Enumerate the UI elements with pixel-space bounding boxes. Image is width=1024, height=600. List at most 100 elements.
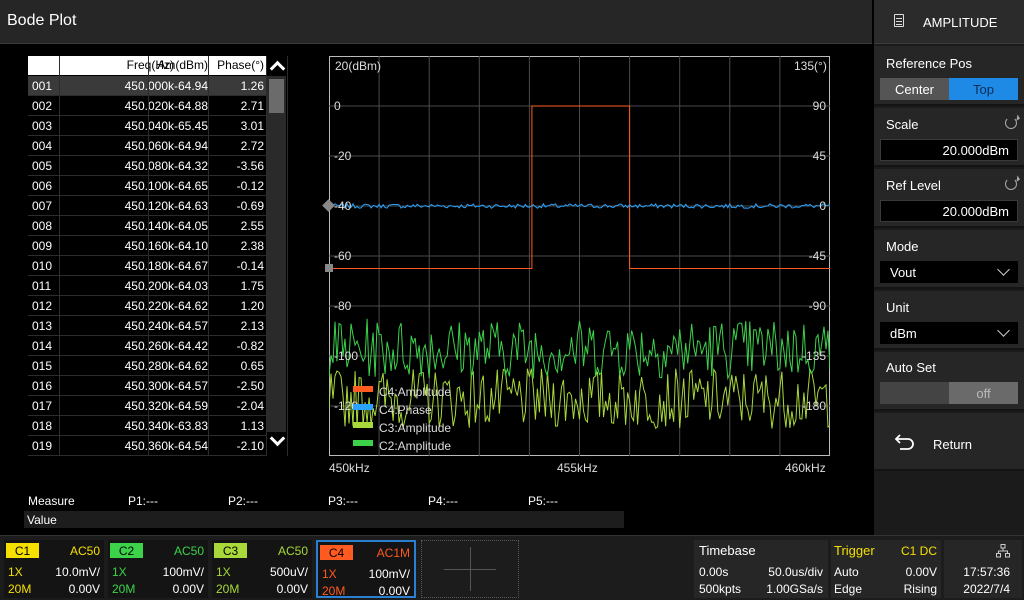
reference-pos-label: Reference Pos [886,56,972,71]
scale-value: 20.000dBm [942,143,1010,158]
right-tick-label: 90 [813,99,827,113]
row-phase: 2.72 [240,139,264,153]
panel-header[interactable]: AMPLITUDE [874,0,1024,44]
measure-p4: P4:--- [428,494,458,508]
measure-p1: P1:--- [128,494,158,508]
network-icon [996,544,1010,558]
scale-section: Scale 20.000dBm [874,108,1024,167]
left-tick-label: -80 [334,299,352,313]
row-frequency: 450.220k [124,299,174,313]
row-phase: 0.65 [240,359,264,373]
row-amplitude: -64.62 [173,359,208,373]
channel-offset: 0.00V [378,584,410,598]
row-index: 001 [32,79,53,93]
return-button-label[interactable]: Return [933,437,972,452]
channel-scale: 500uV/ [269,565,308,579]
table-row[interactable]: 013 450.240k -64.57 2.13 [28,316,266,336]
timebase-box[interactable]: Timebase 0.00s 50.0us/div 500kpts 1.00GS… [694,540,828,598]
row-frequency: 450.120k [124,199,174,213]
clock-box[interactable]: 17:57:36 2022/7/4 [944,540,1022,598]
clock-date: 2022/7/4 [963,582,1010,596]
measure-p5: P5:--- [528,494,558,508]
table-row[interactable]: 002 450.020k -64.88 2.71 [28,96,266,116]
table-row[interactable]: 008 450.140k -64.05 2.55 [28,216,266,236]
row-phase: 1.26 [240,79,264,93]
table-row[interactable]: 007 450.120k -64.63 -0.69 [28,196,266,216]
timebase-label: Timebase [699,543,756,558]
table-row[interactable]: 001 450.000k -64.94 1.26 [28,76,266,96]
table-row[interactable]: 003 450.040k -65.45 3.01 [28,116,266,136]
table-divider [148,56,149,456]
row-index: 007 [32,199,53,213]
ref-level-field[interactable]: 20.000dBm [880,200,1018,222]
table-row[interactable]: 017 450.320k -64.59 -2.04 [28,396,266,416]
trigger-box[interactable]: Trigger C1 DC Auto 0.00V Edge Rising [831,540,941,598]
channel-scale: 100mV/ [162,565,204,579]
scale-label: Scale [886,117,919,132]
left-tick-label: -40 [334,199,352,213]
channel-c1-box[interactable]: C1 AC50 1X 10.0mV/20M 0.00V [4,540,104,598]
table-row[interactable]: 015 450.280k -64.62 0.65 [28,356,266,376]
reset-icon[interactable] [1005,117,1017,129]
channel-probe: 1X [322,567,337,581]
scroll-down-icon[interactable] [269,430,286,447]
clock-time: 17:57:36 [963,565,1010,579]
row-frequency: 450.200k [124,279,174,293]
channel-probe: 1X [216,565,231,579]
table-row[interactable]: 004 450.060k -64.94 2.72 [28,136,266,156]
timebase-scale: 50.0us/div [768,565,823,579]
table-row[interactable]: 005 450.080k -64.32 -3.56 [28,156,266,176]
scale-field[interactable]: 20.000dBm [880,139,1018,161]
left-axis-unit: 20(dBm) [335,59,382,73]
unit-value: dBm [890,326,917,341]
reference-pos-center-button[interactable]: Center [880,78,949,100]
reset-icon[interactable] [1005,178,1017,190]
row-index: 003 [32,119,53,133]
channel-c4-box[interactable]: C4 AC1M 1X 100mV/20M 0.00V [316,540,416,598]
measure-p2: P2:--- [228,494,258,508]
amplitude-marker[interactable] [325,264,333,272]
panel-header-label: AMPLITUDE [923,15,998,30]
table-row[interactable]: 019 450.360k -64.54 -2.10 [28,436,266,456]
reference-pos-top-button[interactable]: Top [949,78,1018,100]
row-index: 015 [32,359,53,373]
row-phase: -0.14 [236,259,264,273]
table-row[interactable]: 011 450.200k -64.03 1.75 [28,276,266,296]
x-tick-label: 450kHz [329,461,370,475]
table-row[interactable]: 014 450.260k -64.42 -0.82 [28,336,266,356]
row-phase: -0.69 [236,199,264,213]
channel-c2-box[interactable]: C2 AC50 1X 100mV/20M 0.00V [108,540,208,598]
table-row[interactable]: 012 450.220k -64.62 1.20 [28,296,266,316]
row-frequency: 450.180k [124,259,174,273]
legend-swatch [353,404,373,410]
left-tick-label: -100 [334,349,358,363]
row-index: 010 [32,259,53,273]
column-header-phase: Phase(°) [217,58,264,72]
channel-coupling: AC50 [277,544,308,558]
table-row[interactable]: 016 450.300k -64.57 -2.50 [28,376,266,396]
channel-bandwidth: 20M [8,582,32,596]
table-row[interactable]: 006 450.100k -64.65 -0.12 [28,176,266,196]
left-tick-label: 0 [334,99,341,113]
table-row[interactable]: 018 450.340k -63.83 1.13 [28,416,266,436]
table-row[interactable]: 010 450.180k -64.67 -0.14 [28,256,266,276]
row-phase: -3.56 [236,159,264,173]
row-index: 009 [32,239,53,253]
row-amplitude: -64.65 [173,179,208,193]
plus-icon-vertical [470,547,471,591]
scrollbar-thumb[interactable] [269,79,284,113]
auto-set-toggle[interactable]: off [880,382,1018,404]
table-row[interactable]: 009 450.160k -64.10 2.38 [28,236,266,256]
unit-select[interactable]: dBm [880,322,1018,344]
scrollbar[interactable] [267,76,286,432]
scroll-up-icon[interactable] [269,60,286,77]
channel-probe: 1X [8,565,23,579]
channel-c3-box[interactable]: C3 AC50 1X 500uV/20M 0.00V [212,540,312,598]
channel-offset: 0.00V [276,582,308,596]
bode-plot[interactable]: 0-20-40-60-80-100-12090450-45-90-135-180… [329,56,830,456]
row-frequency: 450.300k [124,379,174,393]
add-channel-button[interactable] [421,540,519,598]
ref-level-section: Ref Level 20.000dBm [874,169,1024,228]
mode-select[interactable]: Vout [880,261,1018,283]
row-phase: -0.12 [236,179,264,193]
